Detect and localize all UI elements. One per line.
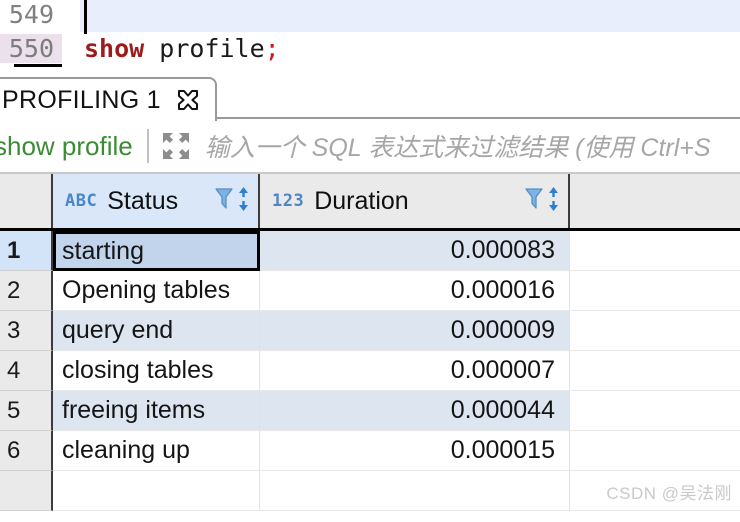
editor-line-550[interactable]: 550 show profile; <box>0 30 740 66</box>
table-row[interactable]: 2 Opening tables 0.000016 <box>0 271 740 311</box>
editor-line-550-text: show profile; <box>62 34 280 63</box>
column-header-status[interactable]: ABC Status <box>53 174 260 228</box>
line-number-underline <box>14 64 62 67</box>
executed-query-label: show profile <box>0 130 133 161</box>
sql-editor[interactable]: 549 550 show profile; <box>0 0 740 72</box>
cell-filler <box>570 311 740 351</box>
tab-profiling-1-label: PROFILING 1 <box>2 85 161 114</box>
row-number[interactable]: 4 <box>0 351 53 391</box>
grid-header-row: ABC Status 123 Duration <box>0 174 740 231</box>
current-line-highlight <box>80 0 740 32</box>
line-number-549: 549 <box>8 0 54 29</box>
row-number[interactable]: 1 <box>0 231 53 271</box>
sql-semicolon: ; <box>264 33 280 63</box>
cell-duration[interactable]: 0.000009 <box>260 311 570 351</box>
table-row[interactable]: 5 freeing items 0.000044 <box>0 391 740 431</box>
sql-identifier: profile <box>144 33 265 63</box>
cell-filler <box>570 391 740 431</box>
sort-arrows-icon[interactable] <box>237 186 250 217</box>
close-x-icon[interactable] <box>175 87 201 113</box>
text-caret <box>84 0 87 34</box>
result-filter-bar[interactable]: show profile 输入一个 SQL 表达式来过滤结果 (使用 Ctrl+… <box>0 120 740 174</box>
cell-status[interactable]: cleaning up <box>53 431 260 471</box>
cell-status[interactable] <box>53 471 260 511</box>
row-number[interactable]: 2 <box>0 271 53 311</box>
cell-status[interactable]: starting <box>53 231 260 271</box>
cell-duration[interactable]: 0.000083 <box>260 231 570 271</box>
cell-filler <box>570 231 740 271</box>
cell-filler <box>570 351 740 391</box>
cell-status[interactable]: freeing items <box>53 391 260 431</box>
column-header-duration[interactable]: 123 Duration <box>260 174 570 228</box>
cell-filler <box>570 271 740 311</box>
row-number[interactable]: 3 <box>0 311 53 351</box>
sort-arrows-icon[interactable] <box>547 186 560 217</box>
cell-duration[interactable]: 0.000044 <box>260 391 570 431</box>
column-header-filler <box>570 174 740 228</box>
table-row[interactable]: 1 starting 0.000083 <box>0 231 740 271</box>
filter-funnel-icon[interactable] <box>524 186 544 217</box>
result-tab-bar: PROFILING 1 <box>0 72 740 121</box>
editor-line-549[interactable]: 549 <box>0 0 740 32</box>
grid-corner-cell[interactable] <box>0 174 53 228</box>
column-type-badge-text: ABC <box>65 191 98 211</box>
column-header-duration-label: Duration <box>314 186 409 215</box>
cell-duration[interactable]: 0.000016 <box>260 271 570 311</box>
filter-expression-input[interactable]: 输入一个 SQL 表达式来过滤结果 (使用 Ctrl+S <box>205 128 711 164</box>
cell-duration[interactable]: 0.000015 <box>260 431 570 471</box>
toolbar-divider <box>146 129 149 163</box>
filter-funnel-icon[interactable] <box>214 186 234 217</box>
tab-profiling-1[interactable]: PROFILING 1 <box>0 77 217 121</box>
result-grid[interactable]: ABC Status 123 Duration 1 starting 0.000… <box>0 174 740 522</box>
table-row[interactable]: 6 cleaning up 0.000015 <box>0 431 740 471</box>
column-header-status-label: Status <box>107 186 179 215</box>
row-number[interactable] <box>0 471 53 511</box>
cell-filler <box>570 431 740 471</box>
cell-status[interactable]: closing tables <box>53 351 260 391</box>
table-row[interactable]: 3 query end 0.000009 <box>0 311 740 351</box>
column-header-duration-icons <box>524 186 560 217</box>
cell-duration[interactable]: 0.000007 <box>260 351 570 391</box>
row-number[interactable]: 6 <box>0 431 53 471</box>
sql-keyword: show <box>84 33 145 63</box>
line-number-550: 550 <box>0 33 62 63</box>
row-number[interactable]: 5 <box>0 391 53 431</box>
column-type-badge-number: 123 <box>272 191 305 211</box>
watermark: CSDN @吴法刚 <box>606 484 732 503</box>
column-header-status-icons <box>214 186 250 217</box>
cell-status[interactable]: query end <box>53 311 260 351</box>
cell-status[interactable]: Opening tables <box>53 271 260 311</box>
expand-arrows-icon[interactable] <box>161 131 191 161</box>
table-row[interactable]: 4 closing tables 0.000007 <box>0 351 740 391</box>
cell-duration[interactable] <box>260 471 570 511</box>
